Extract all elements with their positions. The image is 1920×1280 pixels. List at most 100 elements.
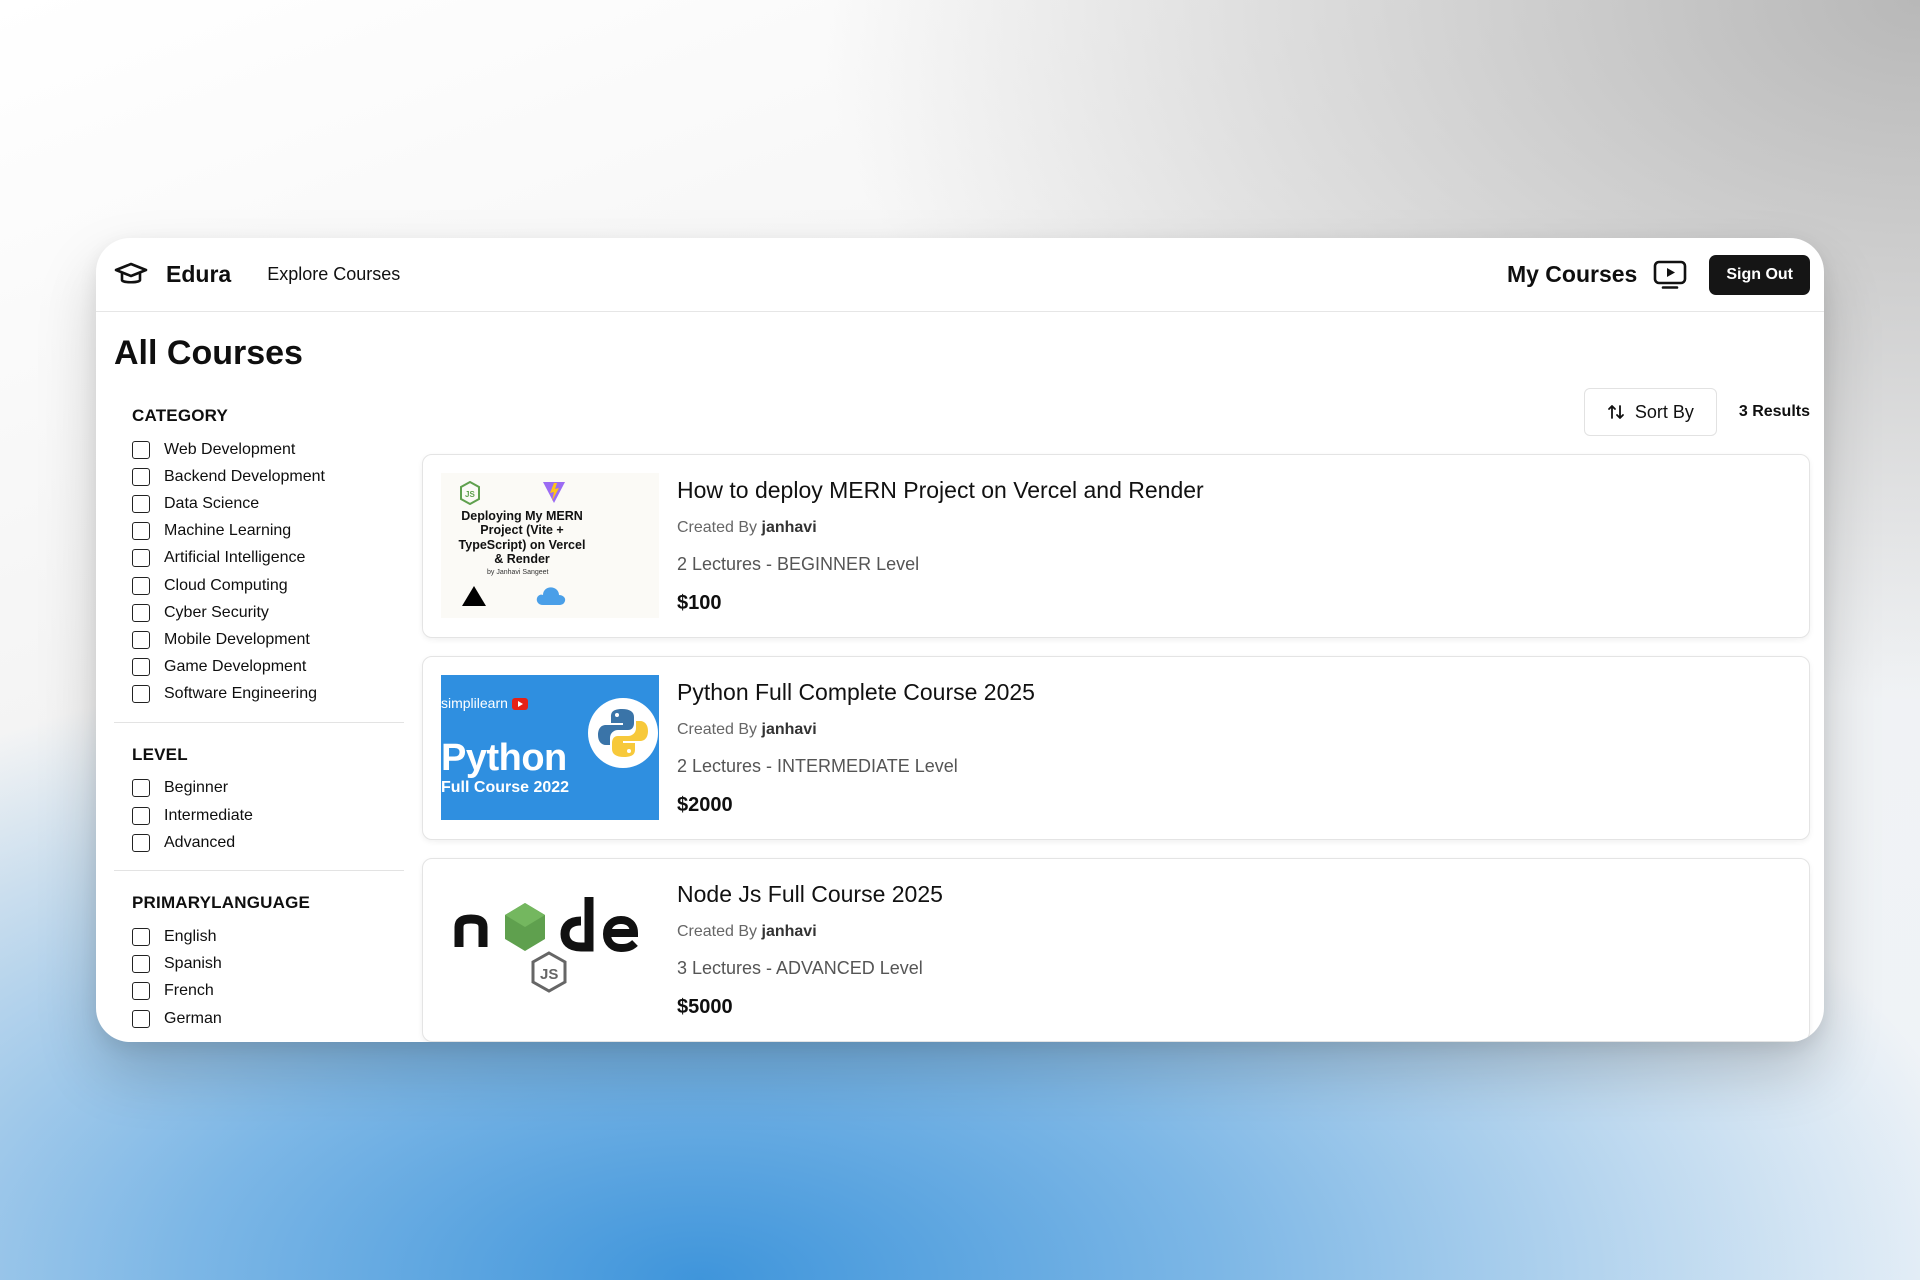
author-name: janhavi — [761, 923, 817, 940]
checkbox[interactable] — [132, 440, 150, 459]
results-count: 3 Results — [1738, 403, 1810, 420]
sort-by-button[interactable]: Sort By — [1583, 388, 1717, 436]
checkbox[interactable] — [132, 806, 150, 825]
checkbox[interactable] — [132, 494, 150, 513]
nav-explore-courses[interactable]: Explore Courses — [267, 264, 400, 285]
python-logo-icon — [588, 698, 658, 768]
list-toolbar: Sort By 3 Results — [422, 388, 1810, 436]
course-title[interactable]: Python Full Complete Course 2025 — [677, 679, 1035, 706]
checkbox[interactable] — [132, 833, 150, 852]
checkbox[interactable] — [132, 576, 150, 595]
created-by-label: Created By — [677, 519, 758, 536]
checkbox[interactable] — [132, 658, 150, 677]
checkbox[interactable] — [132, 467, 150, 486]
filter-option[interactable]: Beginner — [132, 775, 404, 802]
filter-option[interactable]: Machine Learning — [132, 518, 404, 545]
graduation-cap-icon — [114, 260, 150, 290]
filter-sidebar: CATEGORY Web Development Backend Develop… — [114, 406, 404, 1032]
course-price: $5000 — [677, 996, 733, 1018]
filter-option[interactable]: Cyber Security — [132, 599, 404, 626]
youtube-icon — [511, 698, 528, 711]
filter-label: Cloud Computing — [164, 576, 288, 594]
course-card[interactable]: JS Node Js Full Course 2025 Created By j… — [422, 858, 1810, 1042]
filter-label: Advanced — [164, 833, 236, 851]
filter-label: Mobile Development — [164, 630, 310, 648]
filter-label: Cyber Security — [164, 603, 269, 621]
checkbox[interactable] — [132, 522, 150, 541]
filter-option[interactable]: Advanced — [132, 829, 404, 856]
checkbox[interactable] — [132, 1009, 150, 1028]
filter-title-level: LEVEL — [132, 744, 188, 764]
divider — [114, 870, 404, 872]
filter-option[interactable]: French — [132, 978, 404, 1005]
course-title[interactable]: Node Js Full Course 2025 — [677, 881, 943, 908]
filter-option[interactable]: Data Science — [132, 490, 404, 517]
course-author: Created By janhavi — [677, 923, 943, 941]
author-name: janhavi — [761, 519, 817, 536]
top-nav: Edura Explore Courses My Courses Sign Ou… — [96, 238, 1824, 312]
filter-option[interactable]: Software Engineering — [132, 681, 404, 708]
filter-label: Machine Learning — [164, 522, 292, 540]
filter-option[interactable]: Backend Development — [132, 463, 404, 490]
filter-option[interactable]: Cloud Computing — [132, 572, 404, 599]
sign-out-button[interactable]: Sign Out — [1709, 254, 1810, 295]
sort-label: Sort By — [1634, 401, 1694, 422]
filter-label: Web Development — [164, 440, 296, 458]
filter-label: Data Science — [164, 494, 260, 512]
filter-option[interactable]: English — [132, 923, 404, 950]
checkbox[interactable] — [132, 928, 150, 947]
vite-logo-icon — [543, 482, 565, 503]
course-meta: 2 Lectures - BEGINNER Level — [677, 554, 920, 574]
filter-label: Beginner — [164, 779, 229, 797]
filter-option[interactable]: Web Development — [132, 436, 404, 463]
course-card[interactable]: JS Deploying My MERN Project (Vite + Typ… — [422, 454, 1810, 638]
checkbox[interactable] — [132, 603, 150, 622]
filter-label: Game Development — [164, 658, 307, 676]
course-author: Created By janhavi — [677, 721, 1035, 739]
filter-label: Artificial Intelligence — [164, 549, 306, 567]
course-thumbnail: simplilearn Python Full Course 2022 — [441, 675, 659, 820]
filter-option[interactable]: Intermediate — [132, 802, 404, 829]
course-price: $100 — [677, 592, 722, 614]
course-info: Python Full Complete Course 2025 Created… — [677, 675, 1035, 821]
thumbnail-subtitle: Full Course 2022 — [441, 779, 570, 796]
filter-option[interactable]: Game Development — [132, 654, 404, 681]
filter-label: Software Engineering — [164, 685, 317, 703]
checkbox[interactable] — [132, 955, 150, 974]
filter-label: Intermediate — [164, 806, 253, 824]
brand[interactable]: Edura — [114, 260, 231, 290]
video-play-icon[interactable] — [1653, 259, 1689, 291]
filter-label: German — [164, 1009, 222, 1027]
course-thumbnail: JS — [441, 877, 659, 1022]
checkbox[interactable] — [132, 549, 150, 568]
filter-title-language: PRIMARYLANGUAGE — [132, 893, 311, 913]
cloud-icon — [536, 587, 566, 605]
checkbox[interactable] — [132, 779, 150, 798]
filter-label: Spanish — [164, 955, 222, 973]
filter-option[interactable]: Artificial Intelligence — [132, 545, 404, 572]
filter-language: PRIMARYLANGUAGE English Spanish French G… — [114, 893, 404, 1032]
sort-arrows-icon — [1607, 405, 1624, 419]
course-title[interactable]: How to deploy MERN Project on Vercel and… — [677, 477, 1204, 504]
my-courses-link[interactable]: My Courses — [1507, 261, 1637, 288]
filter-option[interactable]: Mobile Development — [132, 626, 404, 653]
filter-level: LEVEL Beginner Intermediate Advanced — [114, 745, 404, 857]
nodejs-logo-icon: JS — [460, 481, 480, 505]
filter-label: Backend Development — [164, 467, 325, 485]
vercel-logo-icon — [462, 586, 486, 606]
filter-option[interactable]: German — [132, 1005, 404, 1032]
checkbox[interactable] — [132, 685, 150, 704]
nodejs-logo-icon: JS — [454, 897, 639, 993]
checkbox[interactable] — [132, 630, 150, 649]
course-info: How to deploy MERN Project on Vercel and… — [677, 473, 1204, 619]
course-info: Node Js Full Course 2025 Created By janh… — [677, 877, 943, 1023]
checkbox[interactable] — [132, 982, 150, 1001]
app-window: Edura Explore Courses My Courses Sign Ou… — [96, 238, 1824, 1042]
thumbnail-brand: simplilearn — [441, 695, 528, 711]
filter-category: CATEGORY Web Development Backend Develop… — [114, 406, 404, 708]
course-author: Created By janhavi — [677, 519, 1204, 537]
filter-option[interactable]: Spanish — [132, 951, 404, 978]
svg-text:JS: JS — [540, 966, 558, 983]
filter-label: English — [164, 928, 217, 946]
course-card[interactable]: simplilearn Python Full Course 2022 Pyth… — [422, 656, 1810, 840]
